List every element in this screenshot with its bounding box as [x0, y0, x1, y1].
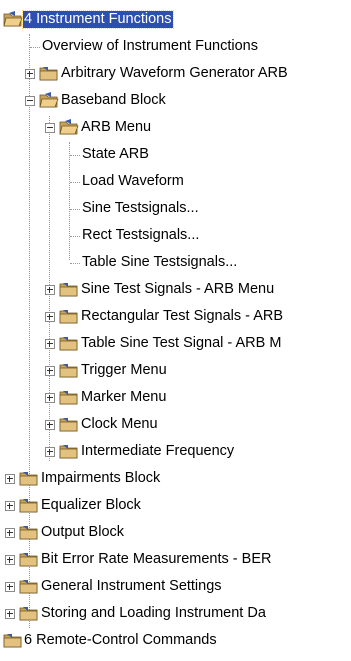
tree-item-table-sine-testsignals[interactable]: Table Sine Testsignals... — [0, 249, 351, 276]
tree-item-table-sine-test-signal[interactable]: Table Sine Test Signal - ARB M — [0, 330, 351, 357]
folder-icon — [59, 337, 78, 351]
folder-icon — [19, 526, 38, 540]
tree-item-storing-loading[interactable]: Storing and Loading Instrument Da — [0, 600, 351, 627]
folder-icon — [59, 283, 78, 297]
collapse-minus-icon[interactable] — [25, 96, 35, 106]
tree-item-label: Bit Error Rate Measurements - BER — [41, 551, 272, 567]
folder-icon — [59, 364, 78, 378]
tree-item-equalizer-block[interactable]: Equalizer Block — [0, 492, 351, 519]
tree-item-sine-testsignals[interactable]: Sine Testsignals... — [0, 195, 351, 222]
tree-item-label: Clock Menu — [81, 416, 158, 432]
tree-item-label: Table Sine Test Signal - ARB M — [81, 335, 282, 351]
tree-item-marker-menu[interactable]: Marker Menu — [0, 384, 351, 411]
tree-item-label: General Instrument Settings — [41, 578, 222, 594]
tree-item-sine-test-signals-arb[interactable]: Sine Test Signals - ARB Menu — [0, 276, 351, 303]
expand-plus-icon[interactable] — [5, 555, 15, 565]
tree-item-arb-generator[interactable]: Arbitrary Waveform Generator ARB — [0, 60, 351, 87]
tree-item-intermediate-frequency[interactable]: Intermediate Frequency — [0, 438, 351, 465]
expand-plus-icon[interactable] — [45, 447, 55, 457]
tree-item-overview[interactable]: Overview of Instrument Functions — [0, 33, 351, 60]
tree-item-label: Storing and Loading Instrument Da — [41, 605, 266, 621]
tree-item-label: Output Block — [41, 524, 125, 540]
tree-guide-line — [70, 182, 80, 183]
folder-open-icon — [39, 92, 59, 108]
tree-item-label: Overview of Instrument Functions — [42, 38, 258, 54]
expand-plus-icon[interactable] — [45, 366, 55, 376]
tree-item-label: Rect Testsignals... — [82, 227, 200, 243]
folder-icon — [3, 634, 22, 648]
tree-item-baseband-block[interactable]: Baseband Block — [0, 87, 351, 114]
expand-plus-icon[interactable] — [25, 69, 35, 79]
tree-item-label: State ARB — [82, 146, 149, 162]
tree-guide-line — [70, 263, 80, 264]
folder-icon — [19, 580, 38, 594]
folder-open-icon — [59, 119, 79, 135]
tree-item-remote-control-commands[interactable]: 6 Remote-Control Commands — [0, 627, 351, 654]
tree-item-label: Trigger Menu — [81, 362, 167, 378]
tree-item-label: 4 Instrument Functions — [22, 10, 174, 29]
folder-icon — [19, 499, 38, 513]
tree-item-label: Equalizer Block — [41, 497, 141, 513]
tree-item-ber-measurements[interactable]: Bit Error Rate Measurements - BER — [0, 546, 351, 573]
tree-item-label: Marker Menu — [81, 389, 167, 405]
expand-plus-icon[interactable] — [45, 312, 55, 322]
tree-guide-line — [30, 47, 40, 48]
folder-icon — [19, 472, 38, 486]
expand-plus-icon[interactable] — [5, 528, 15, 538]
folder-icon — [39, 67, 58, 81]
expand-plus-icon[interactable] — [45, 285, 55, 295]
tree-guide-line — [70, 155, 80, 156]
tree-item-arb-menu[interactable]: ARB Menu — [0, 114, 351, 141]
tree-item-label: Impairments Block — [41, 470, 161, 486]
folder-icon — [59, 391, 78, 405]
tree-item-rectangular-test-signals[interactable]: Rectangular Test Signals - ARB — [0, 303, 351, 330]
tree-item-label: Sine Test Signals - ARB Menu — [81, 281, 275, 297]
folder-icon — [59, 418, 78, 432]
expand-plus-icon[interactable] — [5, 474, 15, 484]
tree-item-label: Sine Testsignals... — [82, 200, 199, 216]
tree-item-clock-menu[interactable]: Clock Menu — [0, 411, 351, 438]
folder-icon — [59, 310, 78, 324]
tree-item-label: Rectangular Test Signals - ARB — [81, 308, 284, 324]
help-contents-tree: 4 Instrument Functions Overview of Instr… — [0, 0, 351, 661]
folder-icon — [59, 445, 78, 459]
expand-plus-icon[interactable] — [45, 420, 55, 430]
tree-item-label: ARB Menu — [81, 119, 152, 135]
expand-plus-icon[interactable] — [5, 501, 15, 511]
tree-item-general-instrument-settings[interactable]: General Instrument Settings — [0, 573, 351, 600]
tree-item-impairments-block[interactable]: Impairments Block — [0, 465, 351, 492]
tree-item-trigger-menu[interactable]: Trigger Menu — [0, 357, 351, 384]
folder-icon — [19, 553, 38, 567]
expand-plus-icon[interactable] — [45, 339, 55, 349]
tree-item-instrument-functions[interactable]: 4 Instrument Functions — [0, 6, 351, 33]
tree-item-state-arb[interactable]: State ARB — [0, 141, 351, 168]
tree-item-rect-testsignals[interactable]: Rect Testsignals... — [0, 222, 351, 249]
expand-plus-icon[interactable] — [5, 582, 15, 592]
folder-open-icon — [3, 11, 23, 27]
tree-guide-line — [70, 209, 80, 210]
tree-item-output-block[interactable]: Output Block — [0, 519, 351, 546]
tree-item-label: Load Waveform — [82, 173, 184, 189]
tree-item-label: Arbitrary Waveform Generator ARB — [61, 65, 288, 81]
collapse-minus-icon[interactable] — [45, 123, 55, 133]
tree-item-load-waveform[interactable]: Load Waveform — [0, 168, 351, 195]
folder-icon — [19, 607, 38, 621]
tree-guide-line — [70, 236, 80, 237]
tree-item-label: Table Sine Testsignals... — [82, 254, 238, 270]
expand-plus-icon[interactable] — [45, 393, 55, 403]
tree-item-label: 6 Remote-Control Commands — [24, 632, 217, 648]
expand-plus-icon[interactable] — [5, 609, 15, 619]
tree-item-label: Intermediate Frequency — [81, 443, 235, 459]
tree-item-label: Baseband Block — [61, 92, 166, 108]
